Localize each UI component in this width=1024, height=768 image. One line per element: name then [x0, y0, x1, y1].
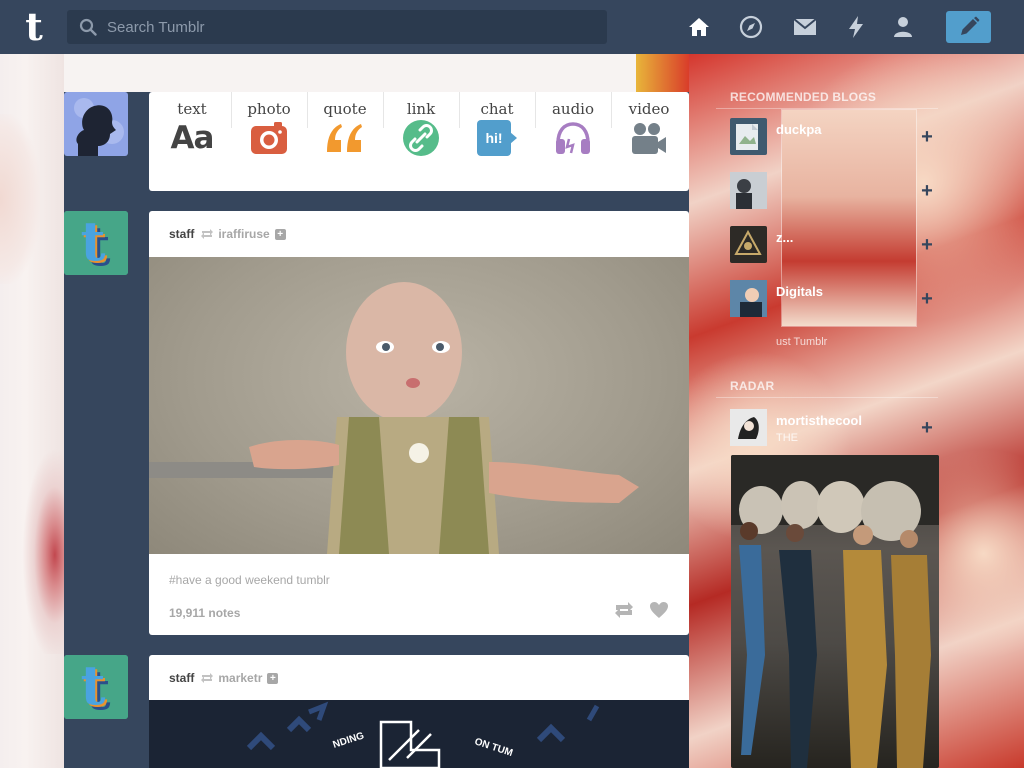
compose-button[interactable] [946, 11, 991, 43]
post-card: staff marketr + NDING ON TUM [149, 655, 689, 768]
chat-icon: hi! [477, 120, 517, 156]
background-wallpaper-top [64, 54, 636, 92]
post-type-label: video [628, 100, 670, 118]
text-icon: Aa [170, 120, 215, 156]
post-type-chooser: text Aa photo quote link chat hi! audio … [149, 92, 689, 191]
headphones-icon [553, 120, 593, 156]
video-camera-icon [629, 120, 669, 156]
post-type-video[interactable]: video [612, 100, 686, 156]
blog-avatar [730, 226, 767, 263]
search-icon [79, 18, 97, 36]
radar-header: RADAR [730, 379, 775, 393]
blog-avatar [730, 280, 767, 317]
reblog-icon [201, 229, 214, 239]
user-avatar[interactable] [64, 92, 128, 156]
post-image-text: NDING [332, 730, 366, 750]
blog-name[interactable]: duckpa [776, 122, 822, 137]
search-bar[interactable] [67, 10, 607, 44]
post-image[interactable]: NDING ON TUM [149, 700, 689, 768]
follow-button[interactable]: + [916, 234, 938, 256]
post-type-label: quote [323, 100, 367, 118]
search-input[interactable] [107, 18, 587, 36]
blog-avatar [730, 118, 767, 155]
home-icon[interactable] [687, 15, 711, 39]
radar-subtitle: THE [776, 432, 798, 444]
blog-avatar [730, 172, 767, 209]
recommended-blogs-header: RECOMMENDED BLOGS [730, 90, 877, 104]
follow-button[interactable]: + [916, 180, 938, 202]
recommended-blog-item[interactable]: duckpa + [730, 118, 938, 158]
svg-text:t: t [81, 655, 106, 717]
blog-name[interactable]: Digitals [776, 284, 823, 299]
blog-avatar-staff[interactable]: ttt [64, 211, 128, 275]
link-icon [401, 120, 441, 156]
blog-name[interactable]: mortisthecool [776, 413, 862, 428]
tumblr-logo[interactable]: t [16, 8, 52, 46]
post-source[interactable]: marketr [218, 671, 262, 685]
recommended-blog-item[interactable]: + [730, 172, 938, 212]
post-source[interactable]: iraffiruse [218, 227, 269, 241]
post-actions [613, 601, 669, 619]
post-type-label: audio [551, 100, 595, 118]
post-type-label: link [406, 100, 436, 118]
recommended-blog-item[interactable]: z... + [730, 226, 938, 266]
camera-icon [249, 120, 289, 156]
svg-text:t: t [81, 211, 106, 273]
post-type-text[interactable]: text Aa [155, 100, 229, 156]
blog-avatar-staff[interactable]: ttt [64, 655, 128, 719]
background-wallpaper-strip [636, 54, 689, 92]
activity-icon[interactable] [844, 15, 868, 39]
post-author[interactable]: staff [169, 671, 194, 685]
background-wallpaper-left [0, 54, 64, 768]
post-type-label: text [177, 100, 207, 118]
post-header: staff iraffiruse + [169, 227, 286, 241]
explore-icon[interactable] [739, 15, 763, 39]
post-type-label: chat [480, 100, 514, 118]
explore-all-link[interactable]: ust Tumblr [776, 336, 827, 348]
follow-button[interactable]: + [916, 288, 938, 310]
follow-button[interactable]: + [916, 417, 938, 439]
recommended-blog-item[interactable]: Digitals + [730, 280, 938, 320]
post-image[interactable] [149, 257, 689, 554]
account-icon[interactable] [891, 15, 915, 39]
post-type-chat[interactable]: chat hi! [460, 100, 534, 156]
divider [716, 108, 938, 109]
post-image-text: ON TUM [473, 736, 514, 759]
like-heart-icon[interactable] [649, 601, 669, 619]
blog-avatar [730, 409, 767, 446]
follow-button[interactable]: + [916, 126, 938, 148]
radar-post-image[interactable] [731, 455, 939, 768]
post-type-photo[interactable]: photo [232, 100, 306, 156]
reblog-button-icon[interactable] [613, 601, 635, 619]
post-tags[interactable]: #have a good weekend tumblr [169, 573, 330, 587]
post-notes[interactable]: 19,911 notes [169, 606, 240, 620]
reblog-icon [201, 673, 214, 683]
post-author[interactable]: staff [169, 227, 194, 241]
blog-name[interactable]: z... [776, 230, 793, 245]
post-type-audio[interactable]: audio [536, 100, 610, 156]
divider [716, 397, 938, 398]
post-type-quote[interactable]: quote [308, 100, 382, 156]
top-nav: t [0, 0, 1024, 54]
post-header: staff marketr + [169, 671, 279, 685]
follow-plus-icon[interactable]: + [274, 228, 286, 240]
quote-icon [325, 120, 365, 156]
post-type-label: photo [247, 100, 291, 118]
pencil-icon [960, 16, 979, 35]
post-card: staff iraffiruse + #have a good weekend … [149, 211, 689, 635]
post-type-link[interactable]: link [384, 100, 458, 156]
radar-blog-item[interactable]: mortisthecool + [730, 409, 938, 449]
follow-plus-icon[interactable]: + [267, 672, 279, 684]
inbox-icon[interactable] [793, 15, 817, 39]
